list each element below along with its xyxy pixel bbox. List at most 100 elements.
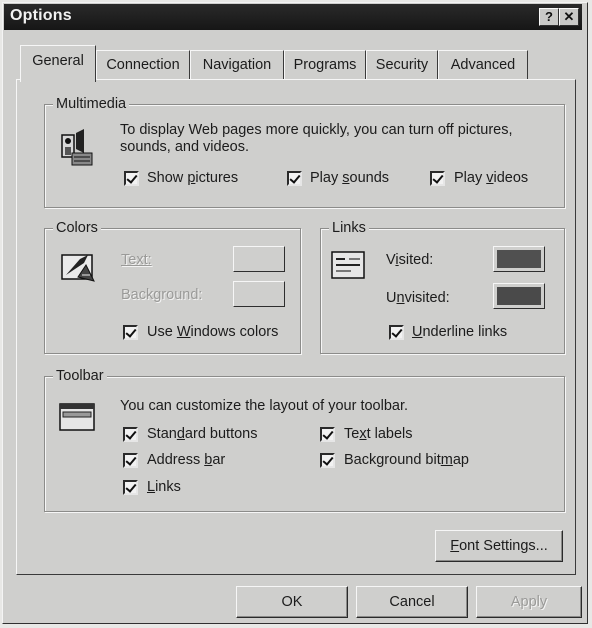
tab-security[interactable]: Security [366,50,438,80]
play-sounds-label[interactable]: Play sounds [310,170,389,186]
use-windows-colors-label[interactable]: Use Windows colors [147,324,278,340]
label-text: t labels [366,426,413,442]
unvisited-color-button[interactable] [493,283,545,309]
tab-label: Security [375,57,429,73]
toolbar-group: Toolbar You can customize the layout of … [44,368,565,512]
address-bar-label[interactable]: Address bar [147,452,225,468]
background-color-label: Background: [121,287,203,303]
label-text: Background bit [344,452,441,468]
label-text: Show [147,170,188,186]
background-color-swatch [237,285,281,303]
label-text: Te [344,426,360,442]
label-text: Play [454,170,487,186]
links-toolbar-checkbox[interactable] [123,480,138,495]
close-button[interactable]: ✕ [559,8,579,26]
tab-label: Programs [293,57,357,73]
accel-key: L [147,479,156,495]
label-text: U [386,290,397,306]
label-text: sited: [398,252,434,268]
label-text: V [386,252,396,268]
toolbar-description: You can customize the layout of your too… [120,398,409,414]
background-bitmap-label[interactable]: Background bitmap [344,452,469,468]
apply-button[interactable]: Apply [476,586,582,618]
text-color-label: Text: [121,252,152,268]
underline-links-checkbox[interactable] [389,325,404,340]
general-tab-panel: Multimedia To display Web pages more qui… [16,79,576,575]
font-settings-button[interactable]: Font Settings... [435,530,563,562]
tab-label: Navigation [202,57,272,73]
accel-key: v [486,170,494,186]
accel-key: s [342,170,350,186]
accel-key: n [396,290,405,306]
unvisited-label: Unvisited: [386,290,450,306]
label-text: nderline links [422,324,508,340]
label-text: ounds [349,170,390,186]
tab-connection[interactable]: Connection [96,50,190,80]
colors-legend: Colors [53,220,101,236]
accel-key: m [440,452,453,468]
help-button[interactable]: ? [539,8,559,26]
accel-key: W [176,324,191,340]
background-bitmap-checkbox[interactable] [320,453,335,468]
tab-programs[interactable]: Programs [284,50,366,80]
tab-label: Connection [106,57,180,73]
play-sounds-checkbox[interactable] [287,171,302,186]
links-toolbar-label[interactable]: Links [147,479,181,495]
accel-key: F [450,538,460,554]
tab-navigation[interactable]: Navigation [190,50,284,80]
accel-key: x [359,426,367,442]
play-videos-label[interactable]: Play videos [454,170,528,186]
background-color-button[interactable] [233,281,285,307]
links-group: Links Visited: Unvisited: Underline link… [320,220,565,354]
label-text: ictures [195,170,239,186]
text-labels-label[interactable]: Text labels [344,426,413,442]
toolbar-legend: Toolbar [53,368,107,384]
window-title: Options [10,7,72,24]
text-labels-checkbox[interactable] [320,427,335,442]
standard-buttons-checkbox[interactable] [123,427,138,442]
visited-label: Visited: [386,252,433,268]
standard-buttons-label[interactable]: Standard buttons [147,426,257,442]
multimedia-description: To display Web pages more quickly, you c… [120,122,513,155]
multimedia-icon [61,129,93,166]
multimedia-group: Multimedia To display Web pages more qui… [44,96,565,208]
show-pictures-label[interactable]: Show pictures [147,170,238,186]
play-videos-checkbox[interactable] [430,171,445,186]
use-windows-colors-checkbox[interactable] [123,325,138,340]
colors-palette-icon [61,254,95,282]
tab-general[interactable]: General [20,45,96,82]
cancel-button[interactable]: Cancel [356,586,468,618]
links-legend: Links [329,220,369,236]
label-text: inks [155,479,181,495]
label-text: Stan [147,426,177,442]
ok-button[interactable]: OK [236,586,348,618]
label-text: Address [147,452,205,468]
show-pictures-checkbox[interactable] [124,171,139,186]
text-color-button[interactable] [233,246,285,272]
address-bar-checkbox[interactable] [123,453,138,468]
links-icon [331,251,365,279]
label-text: ar [212,452,226,468]
label-text: visited: [404,290,450,306]
label-text: ap [452,452,469,468]
label-text: Use [147,324,177,340]
label-text: indows colors [190,324,279,340]
visited-color-swatch [497,250,541,268]
tab-label: General [32,53,84,69]
label-text: ard buttons [184,426,258,442]
tab-advanced[interactable]: Advanced [438,50,528,80]
unvisited-color-swatch [497,287,541,305]
title-bar[interactable]: Options ? ✕ [4,4,582,30]
underline-links-label[interactable]: Underline links [412,324,507,340]
tab-label: Advanced [450,57,516,73]
label-text: ont Settings... [459,538,548,554]
text-color-swatch [237,250,281,268]
colors-group: Colors Text: Background: Use Windows col… [44,220,301,354]
accel-key: U [412,324,423,340]
toolbar-window-icon [59,403,95,431]
label-text: Play [310,170,343,186]
multimedia-legend: Multimedia [53,96,130,112]
accel-key: d [176,426,185,442]
label-text: ideos [493,170,529,186]
visited-color-button[interactable] [493,246,545,272]
